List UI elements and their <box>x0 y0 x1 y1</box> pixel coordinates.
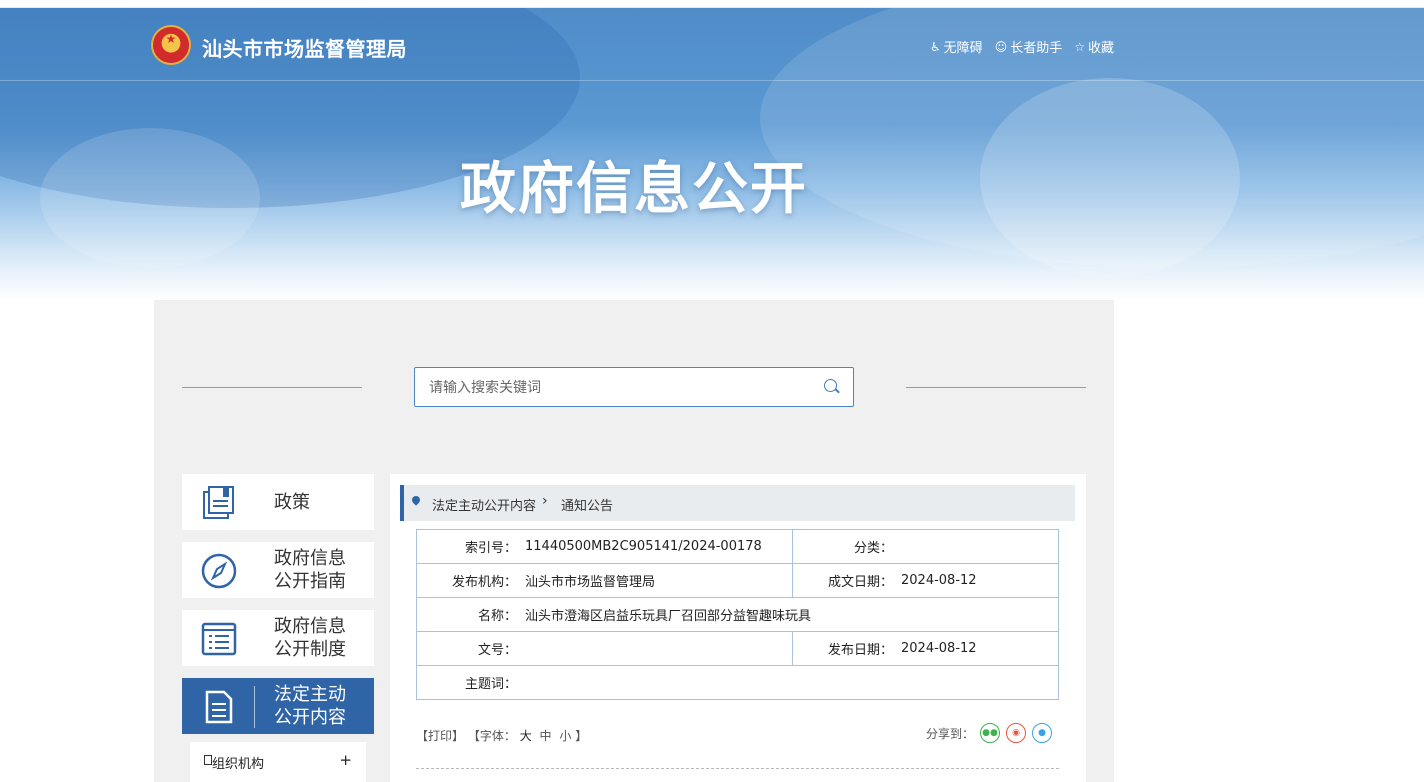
keywords-label: 主题词： <box>464 677 517 692</box>
elder-icon: ☺ <box>994 39 1008 54</box>
created-date-label: 成文日期： <box>827 575 893 590</box>
breadcrumb: 法定主动公开内容 › 通知公告 <box>400 485 1075 521</box>
elder-assistant-label: 长者助手 <box>1010 41 1063 56</box>
star-icon: ☆ <box>1074 39 1085 54</box>
category-label: 分类： <box>853 541 893 556</box>
breadcrumb-parent[interactable]: 法定主动公开内容 <box>432 495 536 514</box>
sidebar-subitem-organization[interactable]: 组织机构 + <box>190 742 366 782</box>
national-emblem-icon[interactable]: ★ <box>153 27 189 63</box>
list-book-icon <box>201 622 237 656</box>
table-row: 名称： 汕头市澄海区启益乐玩具厂召回部分益智趣味玩具 <box>416 597 1059 632</box>
table-row: 主题词： <box>416 665 1059 700</box>
chevron-right-icon: › <box>542 493 548 509</box>
bookmark-link[interactable]: ☆ 收藏 <box>1074 37 1114 57</box>
wechat-share-icon[interactable]: ●● <box>980 723 1000 743</box>
publisher-value: 汕头市市场监督管理局 <box>525 575 656 590</box>
banner-title: 政府信息公开 <box>460 157 808 222</box>
share-bar: 分享到： ●● ◉ ● <box>926 723 1052 743</box>
policy-book-icon <box>203 486 234 519</box>
sidebar-item-separator <box>254 686 255 728</box>
sidebar-item-label: 政府信息 公开制度 <box>274 616 346 660</box>
sidebar-item-active-content[interactable]: 法定主动 公开内容 <box>182 678 374 734</box>
font-size-suffix: 】 <box>575 729 588 743</box>
location-pin-icon <box>410 494 422 506</box>
table-cell: 索引号： 11440500MB2C905141/2024-00178 <box>416 529 793 564</box>
site-title[interactable]: 汕头市市场监督管理局 <box>202 33 407 62</box>
accessibility-link[interactable]: ♿ 无障碍 <box>929 37 983 57</box>
sidebar-item-label: 政府信息 公开指南 <box>274 548 346 592</box>
publish-date-label: 发布日期： <box>827 643 893 658</box>
header-tools: ♿ 无障碍 ☺ 长者助手 ☆ 收藏 <box>929 37 1114 57</box>
elder-assistant-link[interactable]: ☺ 长者助手 <box>994 37 1063 57</box>
table-cell: 名称： 汕头市澄海区启益乐玩具厂召回部分益智趣味玩具 <box>416 597 1059 632</box>
table-cell: 发布日期： 2024-08-12 <box>792 631 1059 666</box>
qq-share-icon[interactable]: ● <box>1032 723 1052 743</box>
main-panel: 政策 政府信息 公开指南 政府信息 公开制度 <box>154 300 1114 782</box>
metadata-table: 索引号： 11440500MB2C905141/2024-00178 分类： 发… <box>416 529 1059 700</box>
content-divider <box>416 768 1059 769</box>
table-cell: 成文日期： 2024-08-12 <box>792 563 1059 598</box>
table-cell: 文号： <box>416 631 793 666</box>
search-input[interactable] <box>427 368 811 408</box>
created-date-value: 2024-08-12 <box>901 573 977 588</box>
share-label: 分享到： <box>925 726 974 741</box>
document-icon <box>205 690 233 724</box>
breadcrumb-current[interactable]: 通知公告 <box>561 495 613 514</box>
font-large-button[interactable]: 大 <box>520 729 532 743</box>
font-small-button[interactable]: 小 <box>559 729 571 743</box>
sidebar-item-label: 政策 <box>274 491 310 513</box>
table-cell: 发布机构： 汕头市市场监督管理局 <box>416 563 793 598</box>
compass-icon <box>201 553 237 589</box>
search-divider-right <box>906 387 1086 388</box>
wheelchair-icon: ♿ <box>929 39 941 54</box>
publish-date-value: 2024-08-12 <box>901 641 977 656</box>
table-row: 索引号： 11440500MB2C905141/2024-00178 分类： <box>416 529 1059 564</box>
document-number-label: 文号： <box>477 643 517 658</box>
publisher-label: 发布机构： <box>451 575 517 590</box>
table-cell: 分类： <box>792 529 1059 564</box>
page-icon <box>204 755 212 765</box>
header-divider <box>0 80 1424 81</box>
font-size-prefix: 【字体： <box>467 729 516 743</box>
weibo-share-icon[interactable]: ◉ <box>1006 723 1026 743</box>
search-icon[interactable] <box>824 379 837 392</box>
name-label: 名称： <box>477 609 517 624</box>
print-button[interactable]: 【打印】 <box>416 729 464 743</box>
content-area: 法定主动公开内容 › 通知公告 索引号： 11440500MB2C905141/… <box>390 474 1086 782</box>
table-row: 发布机构： 汕头市市场监督管理局 成文日期： 2024-08-12 <box>416 563 1059 598</box>
search-box <box>414 367 854 408</box>
sidebar-item-policy[interactable]: 政策 <box>182 474 374 530</box>
font-medium-button[interactable]: 中 <box>540 729 552 743</box>
expand-icon[interactable]: + <box>339 751 352 769</box>
accessibility-label: 无障碍 <box>943 41 983 56</box>
table-row: 文号： 发布日期： 2024-08-12 <box>416 631 1059 666</box>
sidebar-item-system[interactable]: 政府信息 公开制度 <box>182 610 374 666</box>
banner: ★ 汕头市市场监督管理局 ♿ 无障碍 ☺ 长者助手 ☆ 收藏 政府信息公开 <box>0 8 1424 300</box>
bookmark-label: 收藏 <box>1087 41 1114 56</box>
index-label: 索引号： <box>464 541 517 556</box>
table-cell: 主题词： <box>416 665 1059 700</box>
sidebar-subitem-label: 组织机构 <box>212 757 265 772</box>
sidebar-item-label: 法定主动 公开内容 <box>274 684 346 728</box>
article-tools: 【打印】 【字体： 大 中 小 】 <box>416 727 587 744</box>
search-divider-left <box>182 387 362 388</box>
sidebar-item-guide[interactable]: 政府信息 公开指南 <box>182 542 374 598</box>
top-strip <box>0 0 1424 8</box>
name-value: 汕头市澄海区启益乐玩具厂召回部分益智趣味玩具 <box>525 609 812 624</box>
index-value: 11440500MB2C905141/2024-00178 <box>525 539 762 554</box>
